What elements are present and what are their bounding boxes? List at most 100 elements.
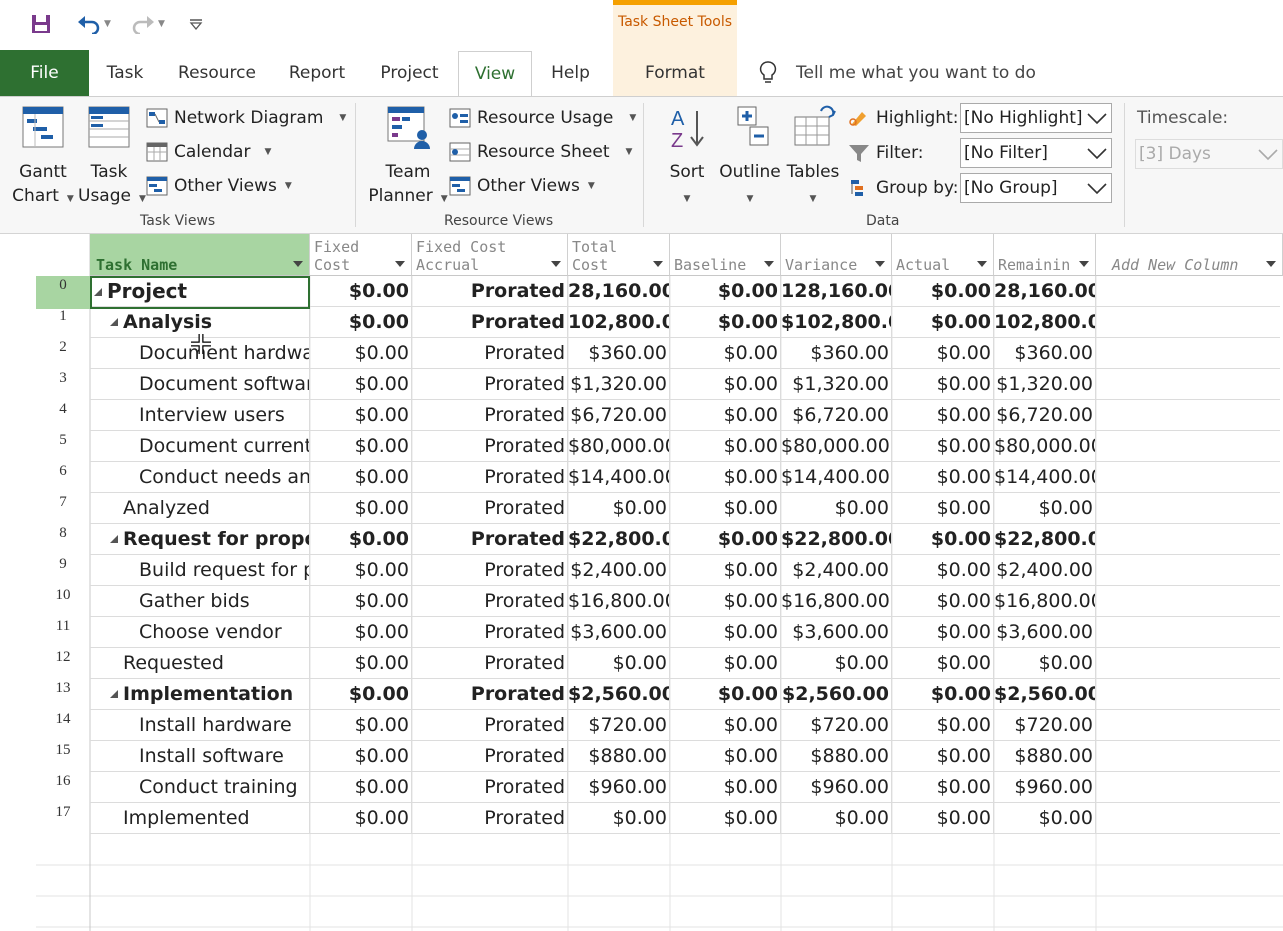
total-cost-cell[interactable]: $14,400.00 xyxy=(568,462,670,492)
fixed-cost-cell[interactable]: $0.00 xyxy=(310,400,412,430)
remaining-cell[interactable]: $3,600.00 xyxy=(994,617,1096,647)
variance-cell[interactable]: $360.00 xyxy=(781,338,892,368)
filter-button[interactable]: Filter: xyxy=(848,139,924,167)
accrual-cell[interactable]: Prorated xyxy=(412,307,568,337)
row-number[interactable]: 7 xyxy=(36,494,90,525)
total-cost-cell[interactable]: $960.00 xyxy=(568,772,670,802)
table-row[interactable]: Requested $0.00 Prorated $0.00 $0.00 $0.00 $0.… xyxy=(90,648,1280,679)
actual-cell[interactable]: $0.00 xyxy=(892,741,994,771)
col-task-name-header[interactable]: Task Name xyxy=(90,234,310,276)
highlight-button[interactable]: Highlight: xyxy=(848,104,958,132)
table-row[interactable]: Document hardwa $0.00 Prorated $360.00 $0.00… xyxy=(90,338,1280,369)
accrual-cell[interactable]: Prorated xyxy=(412,710,568,740)
variance-cell[interactable]: $3,600.00 xyxy=(781,617,892,647)
baseline-cell[interactable]: $0.00 xyxy=(670,431,781,461)
accrual-cell[interactable]: Prorated xyxy=(412,431,568,461)
total-cost-cell[interactable]: $80,000.00 xyxy=(568,431,670,461)
filter-select[interactable]: [No Filter] xyxy=(960,138,1112,168)
collapse-toggle-icon[interactable] xyxy=(94,288,102,296)
fixed-cost-cell[interactable]: $0.00 xyxy=(310,586,412,616)
actual-cell[interactable]: $0.00 xyxy=(892,462,994,492)
total-cost-cell[interactable]: 28,160.00 xyxy=(568,276,670,306)
actual-cell[interactable]: $0.00 xyxy=(892,586,994,616)
row-number[interactable]: 6 xyxy=(36,463,90,494)
resource-sheet-button[interactable]: Resource Sheet ▼ xyxy=(449,138,632,166)
other-views-task-button[interactable]: Other Views ▼ xyxy=(146,172,292,200)
tab-view[interactable]: View xyxy=(458,51,532,98)
row-number[interactable]: 17 xyxy=(36,804,90,835)
tab-report[interactable]: Report xyxy=(273,50,361,96)
total-cost-cell[interactable]: $0.00 xyxy=(568,803,670,833)
chevron-down-icon[interactable] xyxy=(293,261,303,267)
variance-cell[interactable]: $22,800.00 xyxy=(781,524,892,554)
row-number[interactable]: 3 xyxy=(36,370,90,401)
variance-cell[interactable]: $1,320.00 xyxy=(781,369,892,399)
col-total-cost-header[interactable]: Total Cost xyxy=(568,234,670,276)
col-actual-header[interactable]: Actual xyxy=(892,234,994,276)
network-diagram-button[interactable]: Network Diagram ▼ xyxy=(146,104,346,132)
fixed-cost-cell[interactable]: $0.00 xyxy=(310,555,412,585)
baseline-cell[interactable]: $0.00 xyxy=(670,493,781,523)
baseline-cell[interactable]: $0.00 xyxy=(670,369,781,399)
accrual-cell[interactable]: Prorated xyxy=(412,617,568,647)
save-icon[interactable] xyxy=(28,10,54,38)
remaining-cell[interactable]: $880.00 xyxy=(994,741,1096,771)
accrual-cell[interactable]: Prorated xyxy=(412,586,568,616)
actual-cell[interactable]: $0.00 xyxy=(892,710,994,740)
chevron-down-icon[interactable] xyxy=(1266,261,1276,267)
table-row[interactable]: Install software $0.00 Prorated $880.00 $0.0… xyxy=(90,741,1280,772)
row-number[interactable]: 15 xyxy=(36,742,90,773)
remaining-cell[interactable]: $960.00 xyxy=(994,772,1096,802)
accrual-cell[interactable]: Prorated xyxy=(412,276,568,306)
variance-cell[interactable]: $0.00 xyxy=(781,803,892,833)
tab-task[interactable]: Task xyxy=(89,50,161,96)
variance-cell[interactable]: $720.00 xyxy=(781,710,892,740)
remaining-cell[interactable]: $6,720.00 xyxy=(994,400,1096,430)
remaining-cell[interactable]: $360.00 xyxy=(994,338,1096,368)
resource-usage-button[interactable]: Resource Usage ▼ xyxy=(449,104,636,132)
total-cost-cell[interactable]: $3,600.00 xyxy=(568,617,670,647)
row-number[interactable]: 16 xyxy=(36,773,90,804)
total-cost-cell[interactable]: $6,720.00 xyxy=(568,400,670,430)
accrual-cell[interactable]: Prorated xyxy=(412,679,568,709)
variance-cell[interactable]: $6,720.00 xyxy=(781,400,892,430)
task-usage-button[interactable]: Task Usage ▼ xyxy=(78,105,146,211)
variance-cell[interactable]: $16,800.00 xyxy=(781,586,892,616)
baseline-cell[interactable]: $0.00 xyxy=(670,772,781,802)
baseline-cell[interactable]: $0.00 xyxy=(670,524,781,554)
col-fixed-cost-accrual-header[interactable]: Fixed Cost Accrual xyxy=(412,234,568,276)
actual-cell[interactable]: $0.00 xyxy=(892,276,994,306)
remaining-cell[interactable]: $0.00 xyxy=(994,493,1096,523)
timescale-select[interactable]: [3] Days xyxy=(1135,139,1283,169)
accrual-cell[interactable]: Prorated xyxy=(412,741,568,771)
table-row[interactable]: Document softwar $0.00 Prorated $1,320.00 $0… xyxy=(90,369,1280,400)
total-cost-cell[interactable]: $0.00 xyxy=(568,493,670,523)
accrual-cell[interactable]: Prorated xyxy=(412,462,568,492)
baseline-cell[interactable]: $0.00 xyxy=(670,462,781,492)
variance-cell[interactable]: $0.00 xyxy=(781,648,892,678)
undo-button[interactable]: ▼ xyxy=(72,10,116,38)
chevron-down-icon[interactable] xyxy=(395,261,405,267)
actual-cell[interactable]: $0.00 xyxy=(892,400,994,430)
remaining-cell[interactable]: 102,800.00 xyxy=(994,307,1096,337)
baseline-cell[interactable]: $0.00 xyxy=(670,648,781,678)
actual-cell[interactable]: $0.00 xyxy=(892,617,994,647)
accrual-cell[interactable]: Prorated xyxy=(412,524,568,554)
task-name-cell[interactable]: Document softwar xyxy=(90,369,310,399)
table-row[interactable]: Build request for p $0.00 Prorated $2,400.0… xyxy=(90,555,1280,586)
chevron-down-icon[interactable] xyxy=(551,261,561,267)
col-baseline-header[interactable]: Baseline xyxy=(670,234,781,276)
remaining-cell[interactable]: $2,400.00 xyxy=(994,555,1096,585)
remaining-cell[interactable]: $22,800.00 xyxy=(994,524,1096,554)
variance-cell[interactable]: $960.00 xyxy=(781,772,892,802)
table-row[interactable]: Install hardware $0.00 Prorated $720.00 $0.0… xyxy=(90,710,1280,741)
accrual-cell[interactable]: Prorated xyxy=(412,803,568,833)
baseline-cell[interactable]: $0.00 xyxy=(670,741,781,771)
task-name-cell[interactable]: Gather bids xyxy=(90,586,310,616)
chevron-down-icon[interactable] xyxy=(764,261,774,267)
remaining-cell[interactable]: $16,800.00 xyxy=(994,586,1096,616)
highlight-select[interactable]: [No Highlight] xyxy=(960,103,1112,133)
task-name-cell[interactable]: Interview users xyxy=(90,400,310,430)
total-cost-cell[interactable]: 102,800.00 xyxy=(568,307,670,337)
tables-button[interactable]: Tables ▼ xyxy=(786,105,840,211)
